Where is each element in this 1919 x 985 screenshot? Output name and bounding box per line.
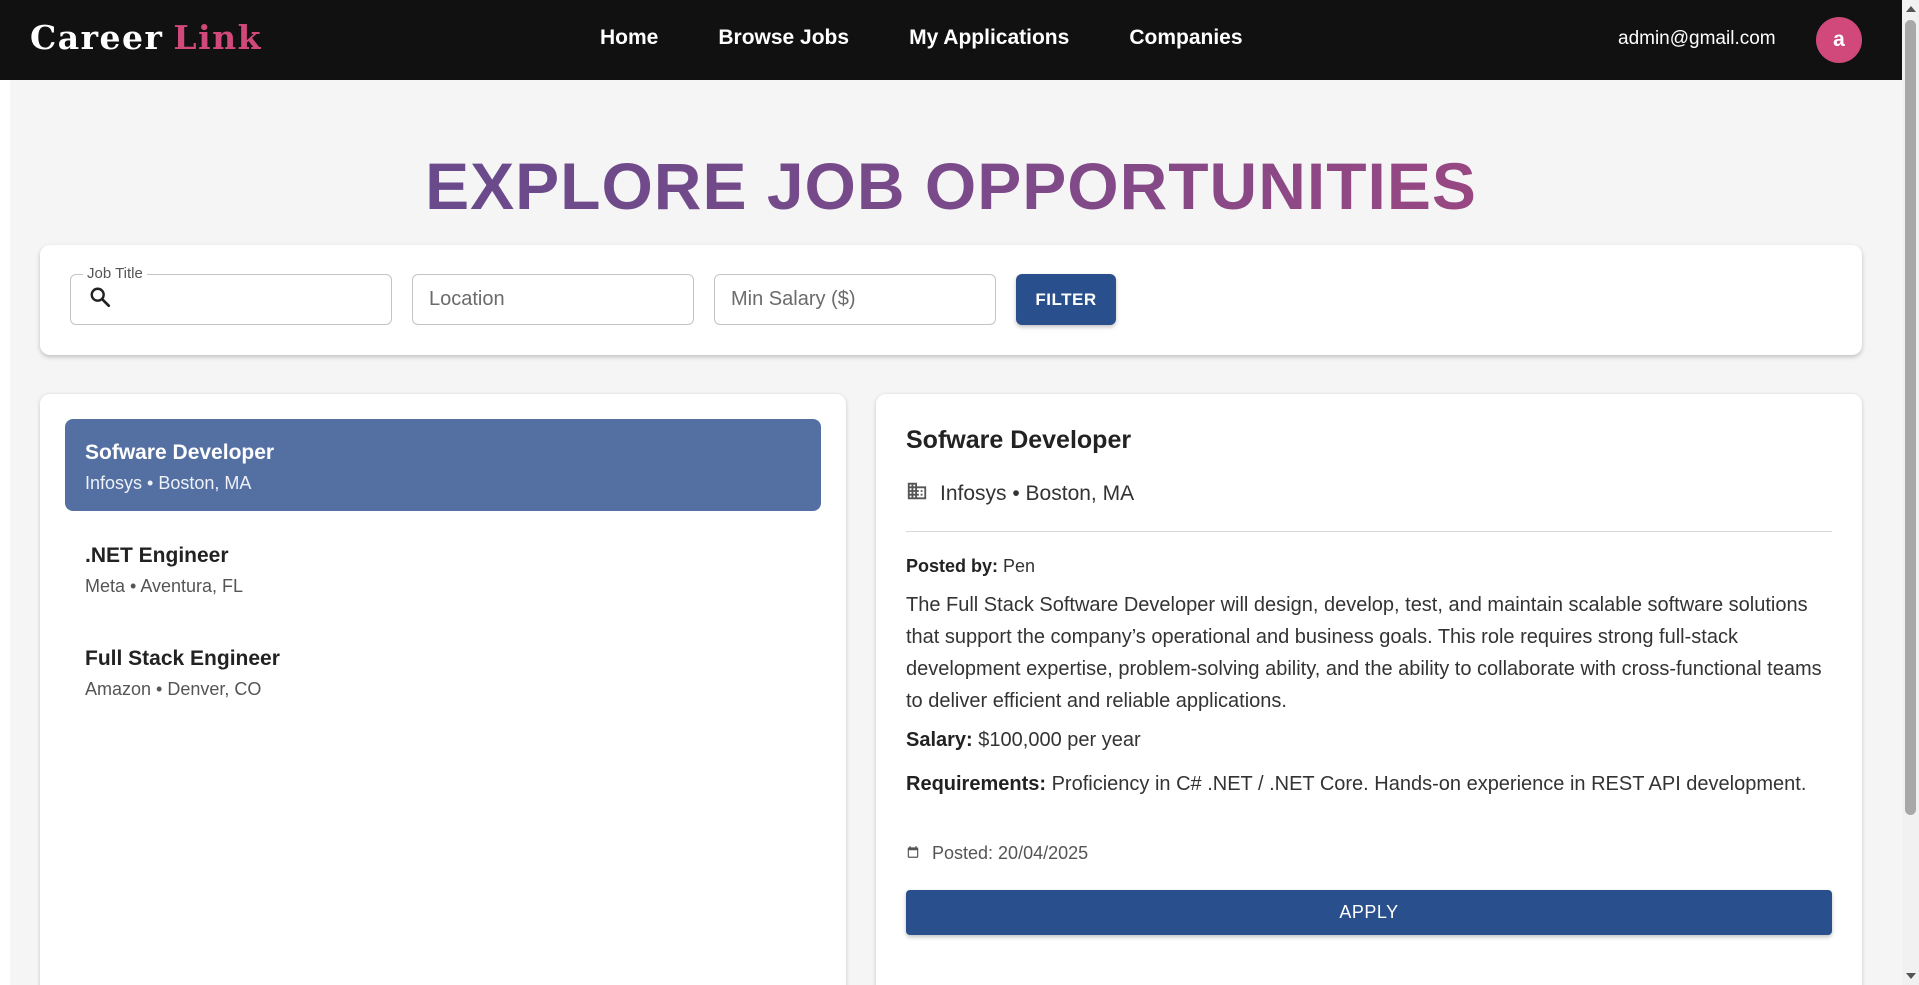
job-item-title: Sofware Developer	[85, 441, 275, 464]
job-requirements: Requirements: Proficiency in C# .NET / .…	[906, 768, 1836, 800]
job-list-item[interactable]: Full Stack Engineer Amazon • Denver, CO	[65, 625, 821, 717]
search-icon	[89, 286, 111, 313]
salary-label: Salary:	[906, 729, 973, 751]
filter-bar: Job Title FILTER	[40, 245, 1862, 355]
location-input[interactable]	[413, 288, 693, 311]
job-item-title: .NET Engineer	[85, 544, 229, 567]
brand-part-1: Career	[30, 18, 164, 57]
avatar[interactable]: a	[1816, 17, 1862, 63]
job-title-input[interactable]	[111, 288, 391, 311]
job-item-subtitle: Meta • Aventura, FL	[85, 576, 244, 596]
nav-link-browse-jobs[interactable]: Browse Jobs	[718, 26, 849, 50]
user-email: admin@gmail.com	[1618, 28, 1776, 49]
job-salary: Salary: $100,000 per year	[906, 729, 1141, 752]
posted-by-label: Posted by:	[906, 556, 999, 576]
requirements-label: Requirements:	[906, 773, 1047, 795]
scroll-thumb[interactable]	[1905, 20, 1916, 815]
brand-logo[interactable]: Career Link	[30, 18, 262, 57]
job-title-label: Job Title	[83, 265, 147, 282]
min-salary-input[interactable]	[715, 288, 995, 311]
calendar-icon	[906, 843, 920, 864]
page-scrollbar[interactable]	[1902, 0, 1919, 985]
nav-link-my-applications[interactable]: My Applications	[909, 26, 1069, 50]
requirements-value: Proficiency in C# .NET / .NET Core. Hand…	[1051, 773, 1807, 795]
job-list-item[interactable]: Sofware Developer Infosys • Boston, MA	[65, 419, 821, 511]
job-detail-panel: Sofware Developer Infosys • Boston, MA P…	[876, 394, 1862, 985]
job-list: Sofware Developer Infosys • Boston, MA .…	[40, 394, 846, 985]
job-title-field[interactable]: Job Title	[70, 265, 392, 325]
scroll-up-arrow[interactable]	[1906, 6, 1916, 12]
job-item-subtitle: Infosys • Boston, MA	[85, 473, 252, 493]
job-detail-company: Infosys • Boston, MA	[906, 480, 1134, 508]
posted-by-value: Pen	[1003, 556, 1036, 576]
nav-link-companies[interactable]: Companies	[1129, 26, 1242, 50]
posted-by: Posted by: Pen	[906, 556, 1035, 577]
job-description: The Full Stack Software Developer will d…	[906, 594, 1822, 712]
job-item-title: Full Stack Engineer	[85, 647, 280, 670]
apply-button[interactable]: APPLY	[906, 890, 1832, 935]
scroll-down-arrow[interactable]	[1906, 973, 1916, 979]
top-navbar: Career Link Home Browse Jobs My Applicati…	[0, 0, 1902, 80]
job-detail-title: Sofware Developer	[906, 426, 1132, 454]
page-title: EXPLORE JOB OPPORTUNITIES	[0, 148, 1902, 224]
filter-button[interactable]: FILTER	[1016, 274, 1116, 325]
job-detail-company-text: Infosys • Boston, MA	[940, 482, 1135, 505]
nav-link-home[interactable]: Home	[600, 26, 658, 50]
location-field[interactable]	[412, 274, 694, 325]
building-icon	[906, 480, 928, 508]
divider	[906, 531, 1832, 532]
job-item-subtitle: Amazon • Denver, CO	[85, 679, 262, 699]
posted-date-text: Posted: 20/04/2025	[932, 843, 1089, 863]
salary-value: $100,000 per year	[978, 729, 1141, 751]
brand-part-2: Link	[173, 18, 263, 57]
nav-links: Home Browse Jobs My Applications Compani…	[600, 26, 1243, 50]
posted-date: Posted: 20/04/2025	[906, 843, 1088, 864]
min-salary-field[interactable]	[714, 274, 996, 325]
job-list-item[interactable]: .NET Engineer Meta • Aventura, FL	[65, 522, 821, 614]
